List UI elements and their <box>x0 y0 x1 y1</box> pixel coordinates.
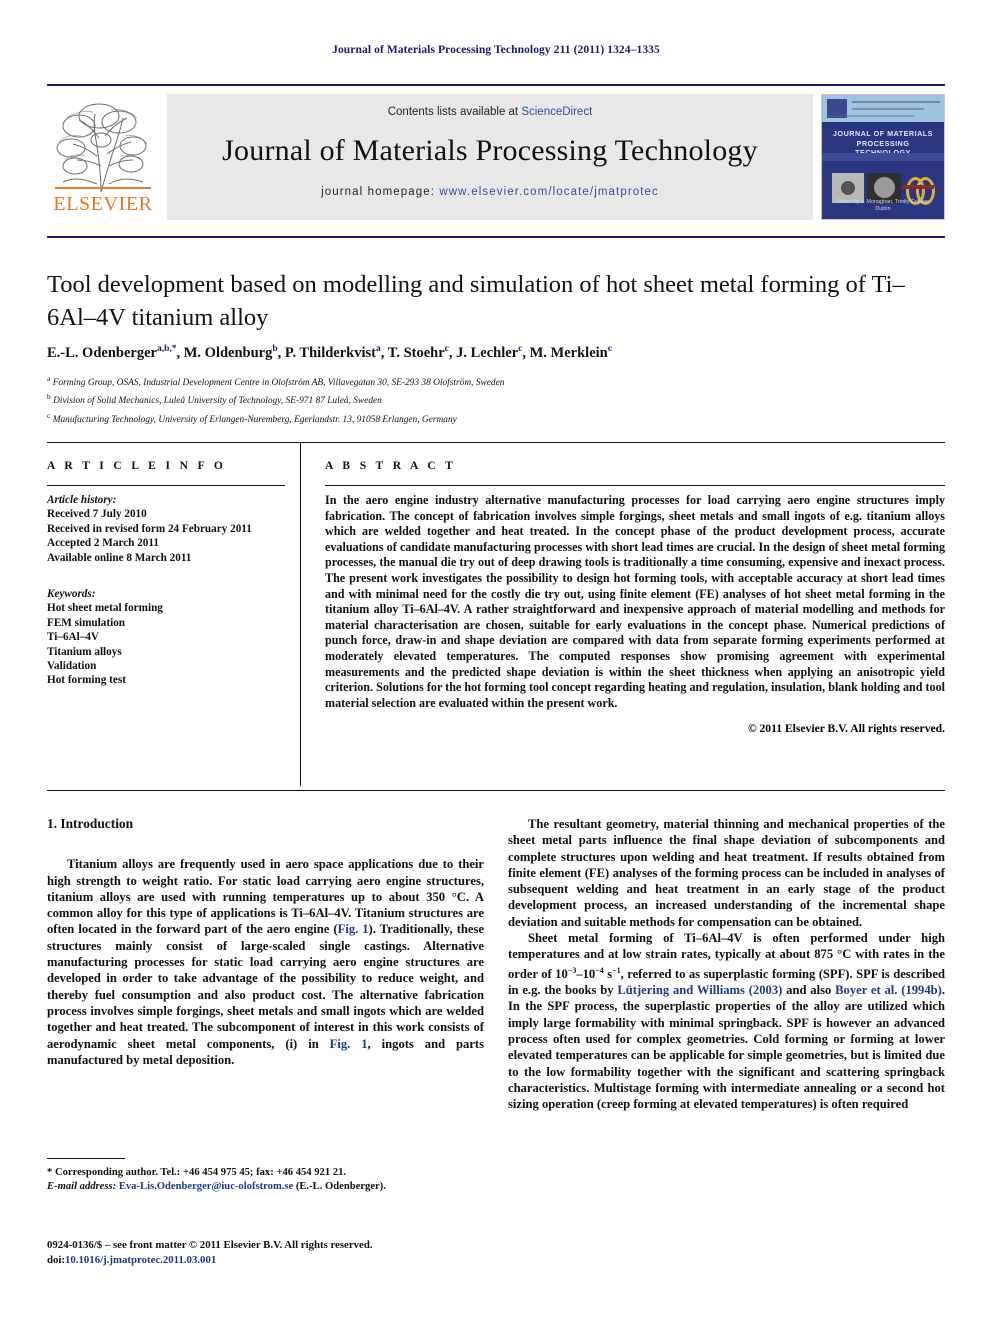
journal-title: Journal of Materials Processing Technolo… <box>222 134 758 167</box>
affiliation-item: c Manufacturing Technology, University o… <box>47 409 747 427</box>
sciencedirect-link[interactable]: ScienceDirect <box>521 106 592 118</box>
affiliation-mark: a <box>47 374 51 383</box>
cover-coil-image <box>902 175 935 205</box>
body-column-right: The resultant geometry, material thinnin… <box>508 816 945 1113</box>
paper-page: Journal of Materials Processing Technolo… <box>0 0 992 1323</box>
cover-header-rule-1 <box>852 101 940 103</box>
doi-link[interactable]: 10.1016/j.jmatprotec.2011.03.001 <box>65 1254 216 1266</box>
keyword-item: Hot sheet metal forming <box>47 602 163 615</box>
history-item: Received in revised form 24 February 201… <box>47 522 252 535</box>
homepage-url-link[interactable]: www.elsevier.com/locate/jmatprotec <box>439 186 659 198</box>
paragraph: The resultant geometry, material thinnin… <box>508 817 945 929</box>
history-item: Available online 8 March 2011 <box>47 551 192 564</box>
cover-header-rule-3 <box>827 115 914 117</box>
cover-header-band <box>822 95 944 122</box>
cover-footer-text: Edited by J. Monaghan, Trinity College D… <box>836 199 930 212</box>
article-info-heading: A R T I C L E I N F O <box>47 460 227 472</box>
history-item: Accepted 2 March 2011 <box>47 537 159 550</box>
abstract-bottom-rule <box>47 790 945 791</box>
doi-label: doi: <box>47 1253 65 1266</box>
affiliation-text: Manufacturing Technology, University of … <box>52 414 457 425</box>
keyword-item: Validation <box>47 660 97 673</box>
info-abstract-divider <box>300 443 301 786</box>
cover-header-rule-2 <box>852 108 924 110</box>
article-history-block: Article history: Received 7 July 2010 Re… <box>47 493 285 565</box>
masthead-center-band: Contents lists available at ScienceDirec… <box>167 94 813 220</box>
elsevier-wordmark: ELSEVIER <box>53 193 153 215</box>
keywords-block: Keywords: Hot sheet metal forming FEM si… <box>47 587 285 688</box>
doi-line: doi:10.1016/j.jmatprotec.2011.03.001 <box>47 1253 484 1268</box>
keyword-item: FEM simulation <box>47 616 126 629</box>
history-item: Received 7 July 2010 <box>47 508 147 521</box>
affiliation-text: Forming Group, OSAS, Industrial Developm… <box>52 378 505 389</box>
keyword-item: Ti–6Al–4V <box>47 631 100 644</box>
email-note: E-mail address: Eva-Lis.Odenberger@iuc-o… <box>47 1180 484 1194</box>
abstract-heading: A B S T R A C T <box>325 460 457 472</box>
body-column-left: 1. Introduction Titanium alloys are freq… <box>47 816 484 1068</box>
affiliation-item: a Forming Group, OSAS, Industrial Develo… <box>47 372 747 390</box>
affiliation-text: Division of Solid Mechanics, Luleå Unive… <box>53 396 382 407</box>
contents-available-line: Contents lists available at ScienceDirec… <box>167 94 813 118</box>
cover-title-line-1: JOURNAL OF MATERIALS <box>833 129 933 138</box>
journal-masthead: ELSEVIER Contents lists available at Sci… <box>47 84 945 224</box>
contents-prefix: Contents lists available at <box>387 106 522 118</box>
section-heading-introduction: 1. Introduction <box>47 816 134 831</box>
corresponding-author-note: * Corresponding author. Tel.: +46 454 97… <box>47 1167 347 1178</box>
affiliation-mark: b <box>47 392 51 402</box>
keyword-item: Titanium alloys <box>47 645 122 658</box>
article-title: Tool development based on modelling and … <box>47 271 905 331</box>
affiliations-list: a Forming Group, OSAS, Industrial Develo… <box>47 372 747 427</box>
email-link[interactable]: Eva-Lis.Odenberger@iuc-olofstrom.se <box>119 1181 293 1192</box>
paragraph: Sheet metal forming of Ti–6Al–4V is ofte… <box>508 931 946 1112</box>
abstract-text: In the aero engine industry alternative … <box>325 493 945 710</box>
article-history-label: Article history: <box>47 494 117 506</box>
elsevier-tree-icon <box>49 96 157 196</box>
article-info-rule <box>47 485 285 486</box>
keyword-item: Hot forming test <box>47 674 126 687</box>
article-info-column: A R T I C L E I N F O Article history: R… <box>47 460 285 688</box>
abstract-rule <box>325 485 945 486</box>
affiliation-mark: c <box>47 410 51 420</box>
elsevier-logo: ELSEVIER <box>49 96 157 218</box>
abstract-column: A B S T R A C T In the aero engine indus… <box>325 460 945 735</box>
issn-copyright-block: 0924-0136/$ – see front matter © 2011 El… <box>47 1238 484 1267</box>
email-label: E-mail address: <box>47 1181 117 1192</box>
title-top-rule <box>47 236 945 238</box>
footnote-block: * Corresponding author. Tel.: +46 454 97… <box>47 1166 484 1194</box>
abstract-copyright: © 2011 Elsevier B.V. All rights reserved… <box>747 722 945 736</box>
issn-line: 0924-0136/$ – see front matter © 2011 El… <box>47 1239 373 1251</box>
paragraph: Titanium alloys are frequently used in a… <box>47 857 485 1067</box>
homepage-label: journal homepage: <box>321 186 440 198</box>
keywords-label: Keywords: <box>47 588 96 601</box>
running-head: Journal of Materials Processing Technolo… <box>332 44 660 56</box>
journal-homepage-line: journal homepage: www.elsevier.com/locat… <box>167 186 813 198</box>
journal-cover-thumbnail: JOURNAL OF MATERIALS PROCESSING TECHNOLO… <box>821 94 945 220</box>
cover-divider-strip <box>822 153 944 161</box>
footnote-rule <box>47 1158 125 1159</box>
author-list: E.-L. Odenbergera,b,*, M. Oldenburgb, P.… <box>47 344 612 361</box>
info-section-top-rule <box>47 442 945 443</box>
email-suffix: (E.-L. Odenberger). <box>295 1181 386 1192</box>
affiliation-item: b Division of Solid Mechanics, Luleå Uni… <box>47 390 747 408</box>
